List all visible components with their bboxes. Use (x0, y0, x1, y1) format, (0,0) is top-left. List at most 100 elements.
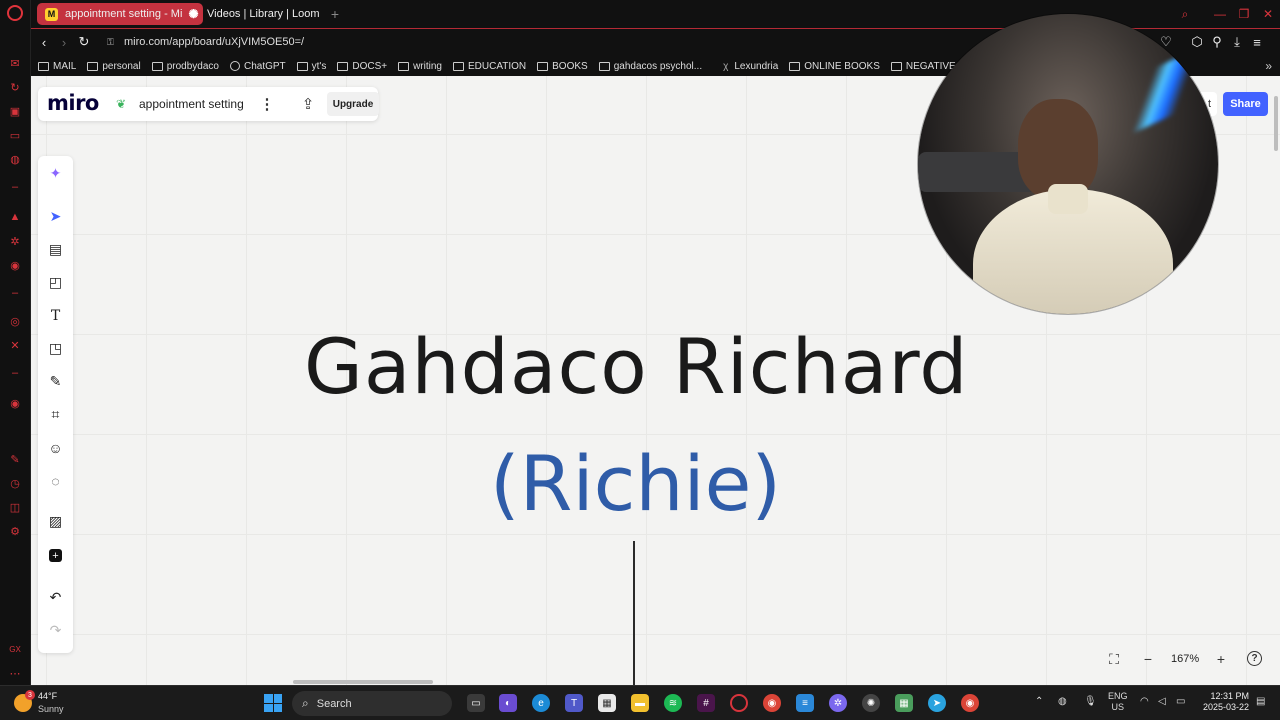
calculator-icon[interactable]: ▦ (895, 694, 913, 712)
sidebar-gear-icon[interactable]: ✲ (8, 234, 22, 248)
board-name[interactable]: appointment setting (139, 97, 244, 111)
account-icon[interactable]: ⚲ (1209, 34, 1225, 50)
edge-icon[interactable]: e (532, 694, 550, 712)
sidebar-chat-icon[interactable]: ▭ (8, 128, 22, 142)
close-icon[interactable]: ✕ (1260, 6, 1276, 22)
miro-logo[interactable]: miro (47, 91, 99, 115)
text-tool-icon[interactable]: T (46, 306, 65, 325)
maximize-icon[interactable]: ❐ (1236, 6, 1252, 22)
sidebar-bag-icon[interactable]: ▣ (8, 104, 22, 118)
opera-icon[interactable] (730, 694, 748, 712)
stickers-icon[interactable]: ☺ (46, 438, 65, 457)
zoom-level[interactable]: 167% (1171, 653, 1199, 665)
help-icon[interactable]: ? (1247, 651, 1262, 666)
sidebar-box-icon[interactable]: ◫ (8, 500, 22, 514)
bookmark-gahdacos-psychol[interactable]: gahdacos psychol... (598, 61, 702, 72)
store-icon[interactable]: ▦ (598, 694, 616, 712)
sidebar-edit-icon[interactable]: ✎ (8, 452, 22, 466)
templates-icon[interactable]: ▤ (46, 240, 65, 259)
horizontal-scrollbar[interactable] (293, 680, 433, 684)
telegram-icon[interactable]: ➤ (928, 694, 946, 712)
notifications-icon[interactable]: ▤ (1256, 696, 1265, 707)
task-view-icon[interactable]: ▭ (467, 694, 485, 712)
board-text-name[interactable]: Gahdaco Richard (304, 322, 969, 411)
system-clock[interactable]: 12:31 PM 2025-03-22 (1197, 691, 1249, 713)
bookmark-education[interactable]: EDUCATION (452, 61, 526, 72)
bookmark-mail[interactable]: MAIL (38, 61, 76, 72)
bookmark-lexundria[interactable]: χ Lexundria (723, 61, 778, 72)
upgrade-button[interactable]: Upgrade (327, 92, 379, 116)
bookmark-prodbydaco[interactable]: prodbydaco (151, 61, 219, 72)
sidebar-gx-icon[interactable]: GX (8, 642, 22, 656)
bookmarks-overflow-icon[interactable]: » (1265, 59, 1272, 73)
weather-condition[interactable]: Sunny (38, 704, 64, 714)
bookmark-online-books[interactable]: ONLINE BOOKS (789, 61, 880, 72)
bookmark-docs[interactable]: DOCS+ (337, 61, 387, 72)
tray-app-icon[interactable]: ◍ (1058, 696, 1067, 707)
wifi-icon[interactable]: ◠ (1140, 696, 1149, 707)
microphone-icon[interactable]: 🎙 (1084, 696, 1097, 707)
slack-icon[interactable]: # (697, 694, 715, 712)
url-field[interactable]: miro.com/app/board/uXjVIM5OE50=/ (124, 36, 304, 48)
frame-icon[interactable]: ⌗ (46, 405, 65, 424)
vertical-scrollbar[interactable] (1274, 96, 1278, 151)
site-info-icon[interactable]: ⚿ (107, 37, 117, 47)
settings-app-icon[interactable]: ✲ (829, 694, 847, 712)
board-text-nickname[interactable]: (Richie) (490, 439, 781, 528)
undo-icon[interactable]: ↶ (46, 588, 65, 607)
tray-overflow-icon[interactable]: ⌃ (1035, 696, 1043, 707)
pen-icon[interactable]: ✎ (46, 372, 65, 391)
battery-icon[interactable]: ▭ (1176, 696, 1185, 707)
forward-icon[interactable]: › (56, 34, 72, 50)
language-indicator[interactable]: ENG US (1108, 691, 1128, 713)
minimize-icon[interactable]: — (1212, 6, 1228, 22)
sidebar-more-icon[interactable]: ⋯ (8, 666, 22, 680)
bookmark-chatgpt[interactable]: ChatGPT (229, 61, 286, 72)
export-icon[interactable]: ⇪ (299, 94, 317, 114)
sticky-note-icon[interactable]: ◰ (46, 273, 65, 292)
redo-icon[interactable]: ↷ (46, 621, 65, 640)
menu-icon[interactable]: ≡ (1249, 34, 1265, 50)
back-icon[interactable]: ‹ (36, 34, 52, 50)
opera-logo-icon[interactable] (7, 5, 23, 21)
spotify-icon[interactable]: ≋ (664, 694, 682, 712)
sidebar-refresh-icon[interactable]: ↻ (8, 80, 22, 94)
teams-icon[interactable]: T (565, 694, 583, 712)
start-button[interactable] (264, 694, 282, 712)
chrome-icon[interactable]: ◉ (763, 694, 781, 712)
more-tools-icon[interactable]: + (49, 549, 62, 562)
volume-icon[interactable]: ◁ (1158, 696, 1166, 707)
notepad-icon[interactable]: ≡ (796, 694, 814, 712)
sidebar-x-icon[interactable]: ✕ (8, 338, 22, 352)
tab-loom[interactable]: ✺ Videos | Library | Loom (179, 3, 319, 25)
search-tabs-icon[interactable]: ⌕ (1177, 6, 1193, 22)
sidebar-settings-icon[interactable]: ⚙ (8, 524, 22, 538)
webcam-overlay[interactable] (918, 14, 1218, 314)
sidebar-whatsapp-icon[interactable]: ◉ (8, 258, 22, 272)
sidebar-flame-icon[interactable]: ▲ (8, 210, 22, 224)
ai-sparkle-icon[interactable]: ✦ (46, 164, 65, 183)
file-explorer-icon[interactable]: ▬ (631, 694, 649, 712)
sidebar-mail-icon[interactable]: ✉ (8, 56, 22, 70)
zoom-in-icon[interactable]: + (1213, 651, 1229, 667)
weather-temperature[interactable]: 44°F (38, 691, 57, 701)
shapes-icon[interactable]: ◳ (46, 339, 65, 358)
reload-icon[interactable]: ↻ (76, 34, 92, 50)
select-cursor-icon[interactable]: ➤ (46, 207, 65, 226)
fit-to-screen-icon[interactable]: ⛶ (1106, 651, 1122, 667)
bookmark-writing[interactable]: writing (398, 61, 442, 72)
connector-line[interactable] (633, 541, 635, 685)
sidebar-history-icon[interactable]: ◷ (8, 476, 22, 490)
board-menu-icon[interactable]: ⋮ (260, 94, 275, 114)
chrome-profile-icon[interactable]: ◉ (961, 694, 979, 712)
sidebar-messenger-icon[interactable]: ◍ (8, 152, 22, 166)
sidebar-music-icon[interactable]: ◉ (8, 396, 22, 410)
taskbar-search[interactable]: ⌕ Search (292, 691, 452, 716)
copilot-icon[interactable]: ◐ (499, 694, 517, 712)
sidebar-instagram-icon[interactable]: ◎ (8, 314, 22, 328)
chatgpt-app-icon[interactable]: ✺ (862, 694, 880, 712)
upload-image-icon[interactable]: ▨ (46, 512, 65, 531)
downloads-icon[interactable]: ⤓ (1229, 34, 1245, 50)
new-tab-icon[interactable]: + (327, 6, 343, 22)
share-button[interactable]: Share (1223, 92, 1268, 116)
